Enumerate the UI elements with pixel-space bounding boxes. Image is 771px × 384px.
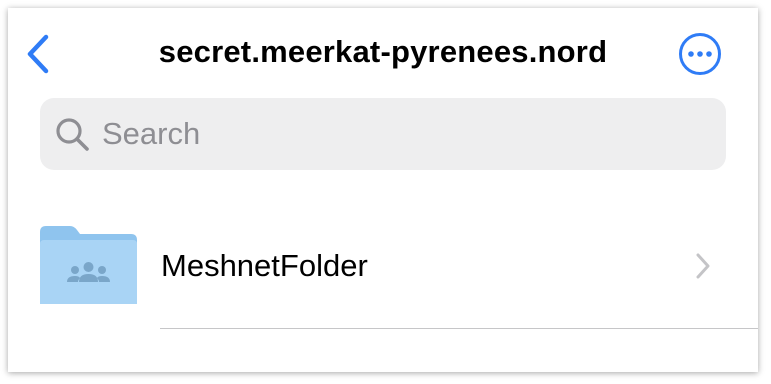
navigation-bar: secret.meerkat-pyrenees.nord (8, 8, 758, 98)
search-input[interactable] (102, 112, 702, 156)
list-item-meshnet-folder[interactable]: MeshnetFolder (8, 220, 758, 330)
page-title: secret.meerkat-pyrenees.nord (158, 34, 608, 69)
magnifier-icon (56, 118, 89, 151)
chevron-left-icon (27, 34, 49, 74)
chevron-right-icon (696, 253, 710, 279)
row-separator (160, 328, 758, 329)
files-browser-window: secret.meerkat-pyrenees.nord Search Mesh… (8, 8, 758, 372)
search-bar[interactable] (40, 98, 726, 170)
back-button[interactable] (24, 34, 54, 74)
shared-folder-icon (40, 226, 137, 304)
list-item-label: MeshnetFolder (161, 248, 368, 283)
more-options-button[interactable] (678, 32, 722, 76)
ellipsis-circle-icon (679, 33, 721, 75)
